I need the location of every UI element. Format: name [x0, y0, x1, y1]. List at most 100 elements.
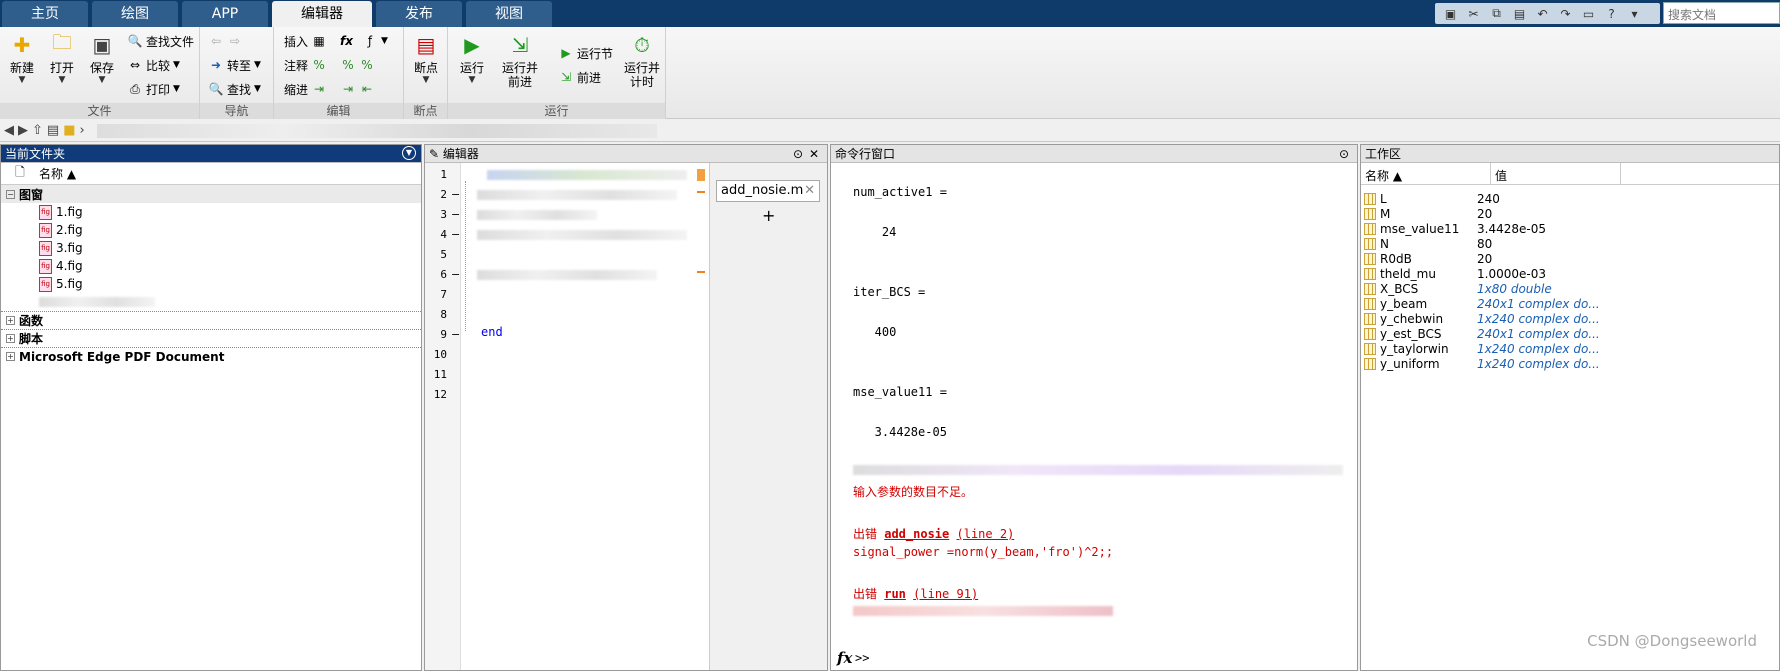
workspace-row[interactable]: theld_mu 1.0000e-03 [1361, 266, 1779, 281]
workspace-row[interactable]: y_chebwin 1x240 complex do... [1361, 311, 1779, 326]
workspace-row[interactable]: L 240 [1361, 191, 1779, 206]
error-line-link[interactable]: (line 91) [913, 587, 978, 601]
new-button[interactable]: ✚ 新建 ▼ [2, 31, 42, 85]
tab-add-nosie[interactable]: add_nosie.m ✕ [716, 180, 820, 202]
back-forward-buttons[interactable]: ⇦ ⇨ [208, 31, 243, 51]
command-window-title: 命令行窗口 ⊙ [831, 145, 1357, 163]
command-window-panel: 命令行窗口 ⊙ num_active1 = 24 iter_BCS = 400 … [830, 144, 1358, 671]
run-group: ▶ 运行 ▼ ⇲ 运行并 前进 ▶ 运行节 ⇲ 前进 ⏱ 运行并 计时 运行 [448, 27, 666, 119]
address-bar: ◀ ▶ ⇧ ▤ ■ › [0, 120, 1780, 142]
command-prompt[interactable]: >> [855, 651, 869, 665]
cut-icon[interactable]: ✂ [1464, 5, 1483, 22]
find-files-button[interactable]: 🔍 查找文件 [127, 31, 195, 51]
uncomment-button[interactable]: %% [340, 55, 375, 75]
undo-icon[interactable]: ↶ [1533, 5, 1552, 22]
chevron-down-icon[interactable]: ▾ [1625, 5, 1644, 22]
new-tab-button[interactable]: + [762, 206, 775, 225]
ribbon-tab-bar: 主页 绘图 APP 编辑器 发布 视图 ▣ ✂ ⧉ ▤ ↶ ↷ ▭ ? ▾ 搜索… [0, 0, 1780, 27]
expand-icon[interactable]: + [6, 334, 15, 343]
workspace-variable-list: L 240 M 20 mse_value11 3.4428e-05 N 80 R0dB 2… [1361, 185, 1779, 371]
error-line-link[interactable]: (line 2) [957, 527, 1015, 541]
workspace-row[interactable]: y_taylorwin 1x240 complex do... [1361, 341, 1779, 356]
panel-menu-icon[interactable]: ▼ [402, 146, 416, 160]
error-function-link[interactable]: add_nosie [884, 527, 949, 541]
expand-icon[interactable]: + [6, 316, 15, 325]
fx-button[interactable]: fx [340, 31, 353, 51]
run-and-time-button[interactable]: ⏱ 运行并 计时 [620, 31, 664, 89]
file-item[interactable]: fig 1.fig [1, 203, 421, 221]
run-section-button[interactable]: ▶ 运行节 [558, 43, 613, 63]
tab-plots[interactable]: 绘图 [92, 1, 178, 27]
workspace-row[interactable]: y_uniform 1x240 complex do... [1361, 356, 1779, 371]
workspace-row[interactable]: M 20 [1361, 206, 1779, 221]
save-button[interactable]: ▣ 保存 ▼ [82, 31, 122, 85]
search-documentation-input[interactable]: 搜索文档 [1663, 2, 1780, 24]
file-item[interactable]: fig 5.fig [1, 275, 421, 293]
error-function-link[interactable]: run [884, 587, 906, 601]
group-functions[interactable]: + 函数 [1, 311, 421, 329]
file-item[interactable]: fig 3.fig [1, 239, 421, 257]
panel-menu-icon[interactable]: ⊙ [793, 145, 803, 163]
code-area[interactable]: end [465, 163, 705, 670]
group-scripts[interactable]: + 脚本 [1, 329, 421, 347]
error-location-2: 出错 run (line 91) [853, 587, 979, 601]
workspace-row[interactable]: R0dB 20 [1361, 251, 1779, 266]
name-column-header[interactable]: 名称 ▲ [39, 165, 76, 182]
copy-icon[interactable]: ⧉ [1487, 5, 1506, 22]
command-output[interactable]: num_active1 = 24 iter_BCS = 400 mse_valu… [831, 163, 1357, 670]
workspace-name-header[interactable]: 名称 ▲ [1361, 163, 1491, 184]
run-and-advance-button[interactable]: ⇲ 运行并 前进 [498, 31, 542, 89]
file-item[interactable]: fig 4.fig [1, 257, 421, 275]
back-arrow-icon: ⇦ [210, 34, 222, 48]
open-button[interactable]: 🗀 打开 ▼ [42, 30, 82, 85]
help-icon[interactable]: ? [1602, 5, 1621, 22]
workspace-row[interactable]: y_beam 240x1 complex do... [1361, 296, 1779, 311]
tab-apps[interactable]: APP [182, 1, 268, 27]
paste-icon[interactable]: ▤ [1510, 5, 1529, 22]
editor-title: ✎ 编辑器 ⊙ ✕ [425, 145, 827, 163]
tab-publish[interactable]: 发布 [376, 1, 462, 27]
print-button[interactable]: ⎙ 打印 ▼ [127, 79, 180, 99]
run-section-icon: ▶ [561, 46, 571, 60]
group-pdf-documents[interactable]: + Microsoft Edge PDF Document [1, 347, 421, 365]
comment-button[interactable]: 注释% [284, 55, 327, 75]
browse-folder-icon[interactable]: ▤ [47, 123, 59, 138]
goto-button[interactable]: ➜ 转至 ▼ [208, 55, 261, 75]
workspace-row[interactable]: X_BCS 1x80 double [1361, 281, 1779, 296]
workspace-row[interactable]: N 80 [1361, 236, 1779, 251]
up-folder-icon[interactable]: ⇧ [32, 123, 43, 138]
group-figures[interactable]: − 图窗 [1, 185, 421, 203]
switch-windows-icon[interactable]: ▭ [1579, 5, 1598, 22]
tab-editor[interactable]: 编辑器 [272, 1, 372, 27]
save-icon[interactable]: ▣ [1441, 5, 1460, 22]
insert-button[interactable]: 插入 ▦ [284, 31, 327, 51]
close-tab-icon[interactable]: ✕ [804, 183, 815, 198]
workspace-row[interactable]: mse_value11 3.4428e-05 [1361, 221, 1779, 236]
indent-button[interactable]: 缩进 ⇥ [284, 79, 327, 99]
function-template-button[interactable]: ƒ ▼ [362, 31, 388, 51]
advance-button[interactable]: ⇲ 前进 [558, 67, 601, 87]
close-icon[interactable]: ✕ [809, 145, 819, 163]
workspace-value-header[interactable]: 值 [1491, 163, 1621, 184]
current-folder-panel: 当前文件夹 ▼ 🗋 名称 ▲ − 图窗 fig 1.fig fig 2.fig fig… [0, 144, 422, 671]
file-item[interactable]: fig 2.fig [1, 221, 421, 239]
current-path-field[interactable] [96, 123, 657, 138]
find-button[interactable]: 🔍 查找 ▼ [208, 79, 261, 99]
workspace-row[interactable]: y_est_BCS 240x1 complex do... [1361, 326, 1779, 341]
back-icon[interactable]: ◀ [4, 123, 14, 138]
file-item-blurred[interactable] [1, 293, 421, 311]
file-type-icon: 🗋 [15, 165, 25, 179]
compare-button[interactable]: ⇔ 比较 ▼ [127, 55, 180, 75]
function-browser-icon[interactable]: fx [837, 649, 852, 667]
tab-view[interactable]: 视图 [466, 1, 552, 27]
indent-tools[interactable]: ⇥ ⇤ [340, 79, 375, 99]
forward-icon[interactable]: ▶ [18, 123, 28, 138]
breakpoint-icon: ▤ [416, 33, 436, 57]
panel-menu-icon[interactable]: ⊙ [1339, 145, 1349, 163]
collapse-icon[interactable]: − [6, 189, 15, 199]
breakpoints-button[interactable]: ▤ 断点 ▼ [406, 31, 446, 85]
expand-icon[interactable]: + [6, 352, 15, 361]
run-button[interactable]: ▶ 运行 ▼ [452, 31, 492, 85]
tab-home[interactable]: 主页 [2, 1, 88, 27]
redo-icon[interactable]: ↷ [1556, 5, 1575, 22]
